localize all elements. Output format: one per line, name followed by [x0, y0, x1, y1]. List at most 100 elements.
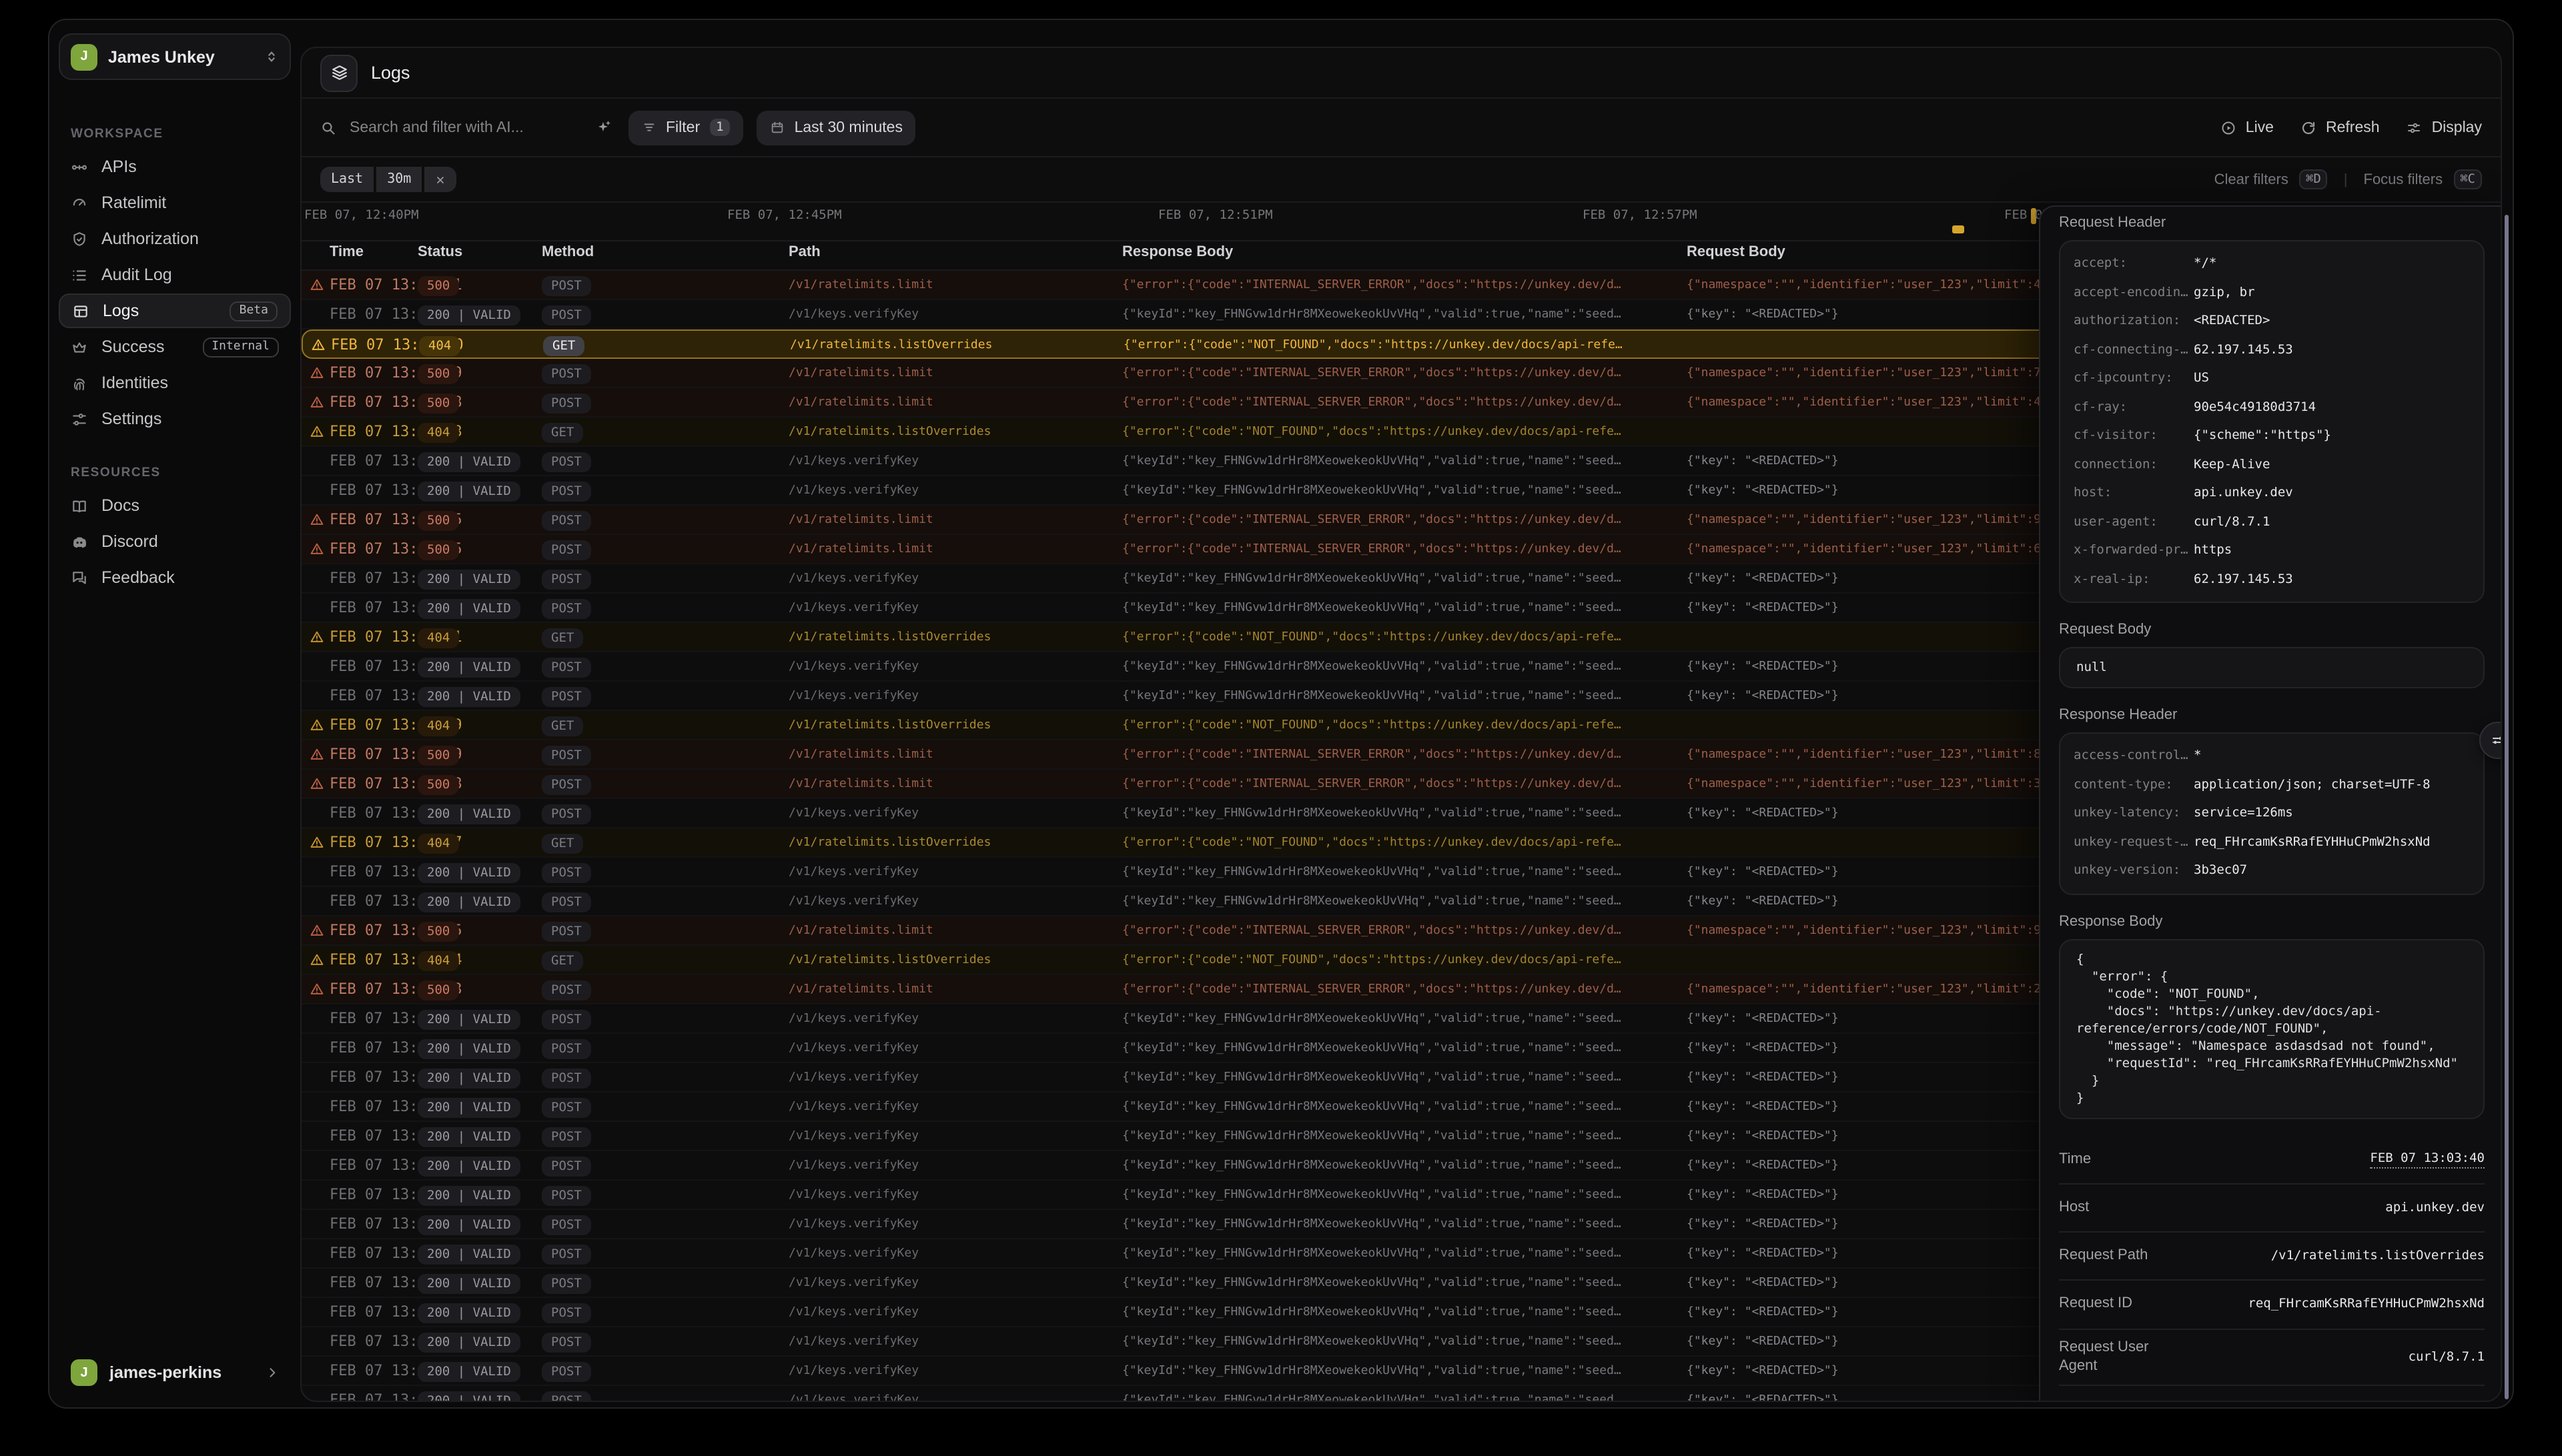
refresh-button[interactable]: Refresh	[2300, 119, 2380, 135]
row-path: /v1/ratelimits.listOverrides	[789, 946, 991, 975]
header-key: accept-encodin…	[2074, 285, 2188, 299]
sidebar-item-label: Ratelimit	[101, 193, 279, 212]
status-badge: 500	[418, 510, 459, 530]
display-button[interactable]: Display	[2407, 119, 2482, 135]
filter-button[interactable]: Filter 1	[628, 110, 744, 145]
row-path: /v1/ratelimits.listOverrides	[789, 711, 991, 740]
detail-field-label: Request Path	[2059, 1246, 2166, 1265]
method-badge: POST	[542, 804, 591, 824]
method-badge: POST	[542, 1038, 591, 1058]
sidebar-item-docs[interactable]: Docs	[59, 488, 291, 523]
row-request-body: {"key": "<REDACTED>"}	[1687, 887, 1839, 916]
scrollbar[interactable]	[2505, 215, 2509, 1399]
status-badge: 200 | VALID	[418, 569, 520, 589]
sidebar-item-authorization[interactable]: Authorization	[59, 221, 291, 256]
sidebar-item-success[interactable]: SuccessInternal	[59, 329, 291, 364]
sidebar-item-settings[interactable]: Settings	[59, 402, 291, 436]
ai-sparkle-icon[interactable]	[595, 119, 612, 136]
header-value: <REDACTED>	[2194, 307, 2270, 335]
focus-filters-button[interactable]: Focus filters	[2364, 171, 2443, 187]
column-header-request-body: Request Body	[1687, 244, 1785, 260]
status-badge: 200 | VALID	[418, 1361, 520, 1381]
live-button[interactable]: Live	[2220, 119, 2274, 135]
chip-close[interactable]	[424, 167, 456, 192]
header-row: x-forwarded-pr…https	[2074, 536, 2470, 565]
user-menu[interactable]: J james-perkins	[59, 1353, 291, 1393]
status-badge: 200 | VALID	[418, 804, 520, 824]
method-badge: POST	[542, 452, 591, 472]
status-badge: 404	[418, 833, 459, 853]
search-input[interactable]	[347, 118, 592, 137]
crown-icon	[71, 338, 88, 355]
detail-field-label: Request User Agent	[2059, 1337, 2166, 1375]
header-value: application/json; charset=UTF-8	[2194, 770, 2431, 799]
request-header-box: accept:*/*accept-encodin…gzip, brauthori…	[2059, 240, 2485, 603]
clear-filters-button[interactable]: Clear filters	[2214, 171, 2288, 187]
row-path: /v1/keys.verifyKey	[789, 1093, 919, 1122]
sidebar-item-apis[interactable]: APIs	[59, 149, 291, 184]
detail-field-time: TimeFEB 07 13:03:40	[2059, 1137, 2485, 1184]
chevron-right-icon	[266, 1366, 279, 1379]
filter-shortcuts: Clear filters ⌘D | Focus filters ⌘C	[2214, 169, 2482, 189]
sidebar-item-audit-log[interactable]: Audit Log	[59, 257, 291, 292]
row-path: /v1/keys.verifyKey	[789, 652, 919, 682]
sidebar-item-ratelimit[interactable]: Ratelimit	[59, 185, 291, 220]
row-request-body: {"key": "<REDACTED>"}	[1687, 1151, 1839, 1181]
row-response-body: {"error":{"code":"INTERNAL_SERVER_ERROR"…	[1122, 359, 1621, 388]
sidebar-item-label: Feedback	[101, 568, 279, 587]
filter-count-badge: 1	[709, 119, 730, 136]
timeline-label: FEB 07, 12:40PM	[304, 208, 419, 223]
sidebar-item-label: Identities	[101, 374, 279, 392]
warning-icon	[310, 747, 324, 763]
header-key: unkey-version:	[2074, 863, 2180, 878]
status-badge: 200 | VALID	[418, 686, 520, 706]
filter-label: Filter	[666, 119, 700, 135]
chip-value[interactable]: 30m	[376, 167, 422, 192]
method-badge: POST	[542, 774, 591, 794]
status-badge: 500	[418, 980, 459, 1000]
status-badge: 200 | VALID	[418, 1391, 520, 1401]
row-response-body: {"keyId":"key_FHNGvw1drHr8MXeowekeokUvVH…	[1122, 1122, 1621, 1151]
chip-field[interactable]: Last	[320, 167, 374, 192]
row-response-body: {"error":{"code":"INTERNAL_SERVER_ERROR"…	[1122, 770, 1621, 799]
row-request-body: {"namespace":"","identifier":"user_123",…	[1687, 388, 2048, 418]
refresh-label: Refresh	[2326, 119, 2380, 135]
row-request-body: {"key": "<REDACTED>"}	[1687, 1357, 1839, 1386]
row-request-body: {"key": "<REDACTED>"}	[1687, 300, 1839, 329]
detail-field-value[interactable]: FEB 07 13:03:40	[2370, 1151, 2485, 1169]
sidebar-item-identities[interactable]: Identities	[59, 366, 291, 400]
log-detail-panel: Request Header accept:*/*accept-encodin……	[2039, 205, 2502, 1401]
workspace-selector[interactable]: J James Unkey	[59, 33, 291, 80]
row-path: /v1/keys.verifyKey	[789, 1239, 919, 1269]
status-badge: 200 | VALID	[418, 1332, 520, 1352]
status-badge: 200 | VALID	[418, 657, 520, 677]
row-path: /v1/keys.verifyKey	[789, 476, 919, 506]
request-header-title: Request Header	[2059, 215, 2485, 231]
status-badge: 404	[418, 950, 459, 970]
sidebar-item-feedback[interactable]: Feedback	[59, 560, 291, 595]
layers-icon	[320, 54, 358, 91]
workspace-name: James Unkey	[108, 47, 254, 66]
row-response-body: {"error":{"code":"INTERNAL_SERVER_ERROR"…	[1122, 271, 1621, 300]
row-response-body: {"keyId":"key_FHNGvw1drHr8MXeowekeokUvVH…	[1122, 447, 1621, 476]
sidebar-item-discord[interactable]: Discord	[59, 524, 291, 559]
header-row: connection:Keep-Alive	[2074, 450, 2470, 479]
header-key: cf-ipcountry:	[2074, 371, 2173, 386]
header-key: x-real-ip:	[2074, 572, 2150, 586]
row-response-body: {"keyId":"key_FHNGvw1drHr8MXeowekeokUvVH…	[1122, 1004, 1621, 1034]
header-key: access-control…	[2074, 748, 2188, 763]
method-badge: POST	[542, 1361, 591, 1381]
play-circle-icon	[2220, 119, 2236, 135]
time-range-button[interactable]: Last 30 minutes	[757, 110, 916, 145]
row-path: /v1/keys.verifyKey	[789, 564, 919, 594]
row-response-body: {"error":{"code":"INTERNAL_SERVER_ERROR"…	[1122, 740, 1621, 770]
header-key: accept:	[2074, 256, 2127, 271]
method-badge: POST	[542, 1185, 591, 1205]
row-request-body: {"key": "<REDACTED>"}	[1687, 1122, 1839, 1151]
sidebar-item-logs[interactable]: LogsBeta	[59, 293, 291, 328]
search-box[interactable]	[320, 118, 595, 137]
method-badge: POST	[542, 892, 591, 912]
header-value: 62.197.145.53	[2194, 335, 2293, 364]
detail-field-request-user-agent: Request User Agentcurl/8.7.1	[2059, 1329, 2485, 1385]
status-badge: 200 | VALID	[418, 1244, 520, 1264]
